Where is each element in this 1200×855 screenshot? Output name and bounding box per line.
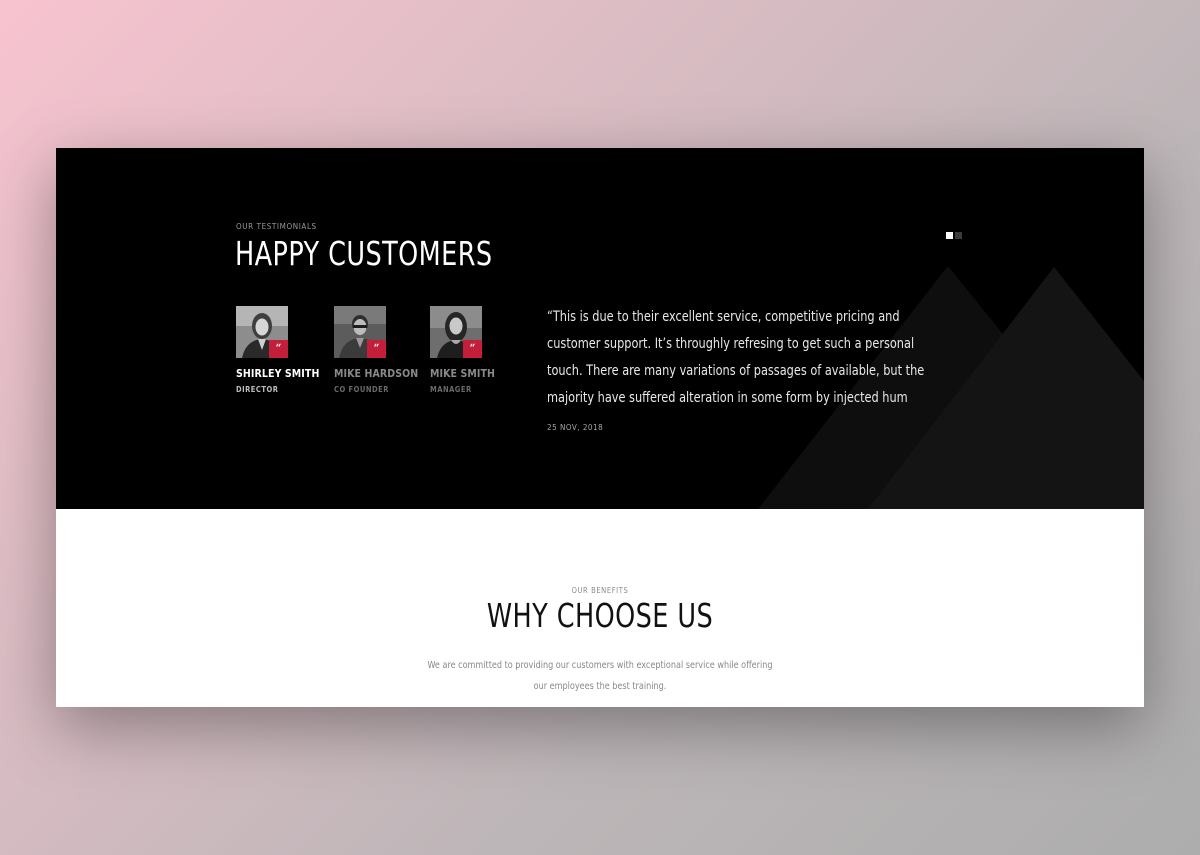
- avatar[interactable]: “: [430, 306, 482, 358]
- benefits-title: WHY CHOOSE US: [486, 596, 714, 635]
- quote-icon: “: [269, 340, 288, 358]
- testimonials-section: OUR TESTIMONIALS HAPPY CUSTOMERS “ SHIRL…: [56, 148, 1144, 509]
- testimonial-person-shirley-smith[interactable]: “ SHIRLEY SMITH DIRECTOR: [236, 306, 326, 394]
- benefits-eyebrow: OUR BENEFITS: [571, 586, 629, 595]
- testimonials-eyebrow: OUR TESTIMONIALS: [236, 222, 317, 231]
- testimonial-date: 25 NOV, 2018: [547, 423, 604, 432]
- slider-pagination: [946, 232, 962, 239]
- testimonial-quote: “This is due to their excellent service,…: [547, 309, 925, 406]
- person-name: SHIRLEY SMITH: [236, 368, 320, 380]
- benefits-section: OUR BENEFITS WHY CHOOSE US We are commit…: [56, 509, 1144, 707]
- person-name: MIKE HARDSON: [334, 368, 419, 380]
- page-frame: OUR TESTIMONIALS HAPPY CUSTOMERS “ SHIRL…: [56, 148, 1144, 707]
- person-name: MIKE SMITH: [430, 368, 496, 380]
- testimonials-title: HAPPY CUSTOMERS: [235, 234, 493, 273]
- slider-dot-2[interactable]: [955, 232, 962, 239]
- person-role: MANAGER: [430, 385, 472, 394]
- testimonial-person-mike-smith[interactable]: “ MIKE SMITH MANAGER: [430, 306, 520, 394]
- person-role: CO FOUNDER: [334, 385, 389, 394]
- avatar[interactable]: “: [236, 306, 288, 358]
- slider-dot-1[interactable]: [946, 232, 953, 239]
- quote-icon: “: [463, 340, 482, 358]
- avatar[interactable]: “: [334, 306, 386, 358]
- person-role: DIRECTOR: [236, 385, 279, 394]
- quote-icon: “: [367, 340, 386, 358]
- testimonial-person-mike-hardson[interactable]: “ MIKE HARDSON CO FOUNDER: [334, 306, 424, 394]
- benefits-description: We are committed to providing our custom…: [427, 660, 773, 692]
